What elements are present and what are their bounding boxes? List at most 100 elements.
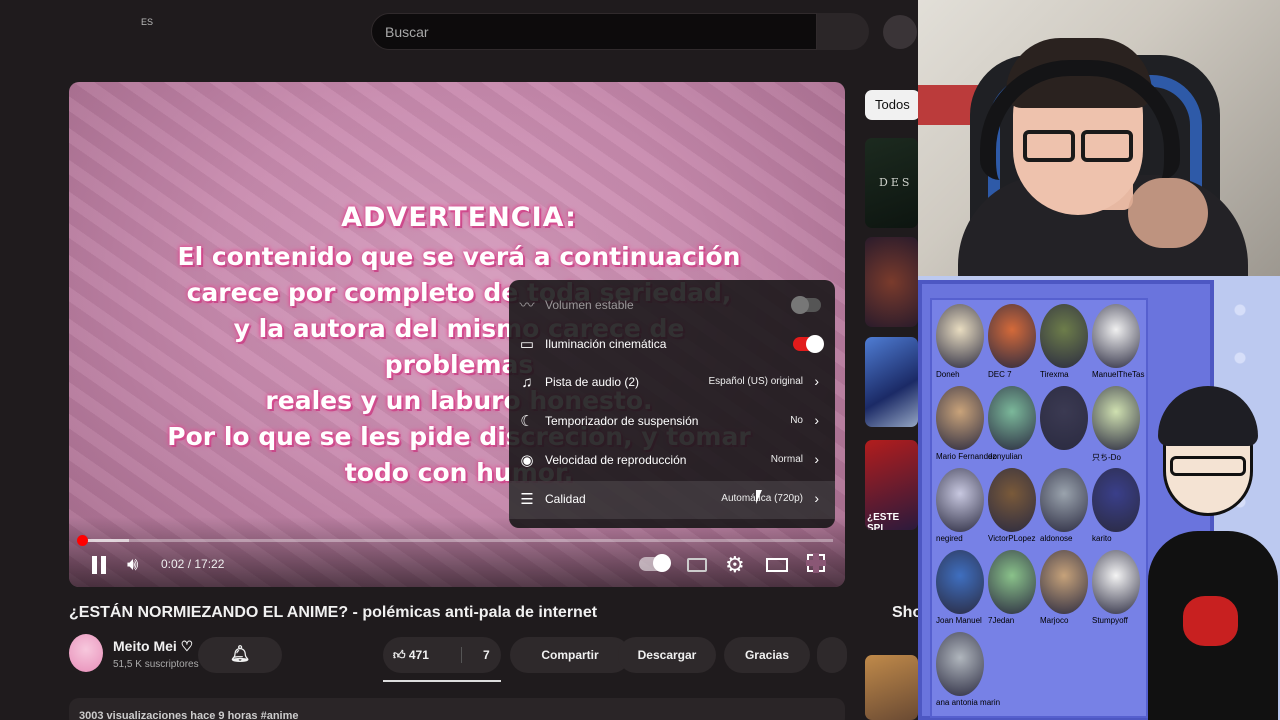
like-underline xyxy=(383,680,501,682)
subscriber-avatar xyxy=(1092,304,1140,368)
thanks-button[interactable]: Gracias xyxy=(724,637,810,673)
subscriber-name: aldonose xyxy=(1040,534,1073,543)
like-separator xyxy=(461,647,462,663)
subscriber-avatar xyxy=(1040,386,1088,450)
subscriber-count: 51,5 K suscriptores xyxy=(113,659,199,670)
quality-icon: ☰ xyxy=(520,491,534,508)
description-preview: 3003 visualizaciones hace 9 horas #anime xyxy=(79,710,299,720)
more-actions-button[interactable] xyxy=(817,637,847,673)
mouse-cursor xyxy=(756,490,768,504)
search-placeholder: Buscar xyxy=(385,24,429,40)
streamer-glasses xyxy=(1023,130,1133,162)
thumbnail-text: ¿ESTE SPI UTILIZA A xyxy=(867,512,900,530)
subscriber-avatar xyxy=(988,550,1036,614)
cinematic-lighting-icon: ▭ xyxy=(519,336,535,353)
subscriber-name: Marjoco xyxy=(1040,616,1069,625)
subscriber-avatar xyxy=(936,550,984,614)
avatar-hair xyxy=(1158,386,1258,446)
subscriber-board: Doneh DEC 7 Tirexma ManuelTheTas Mario Ferna… xyxy=(930,298,1148,718)
menu-item-value: Normal xyxy=(770,454,803,465)
streamer-hand xyxy=(1128,178,1208,248)
menu-item-value: Español (US) original xyxy=(708,376,804,387)
download-button[interactable]: Descargar xyxy=(618,637,716,673)
subscriber-avatar xyxy=(1040,468,1088,532)
menu-item-audio-track[interactable]: ♫ Pista de audio (2) Español (US) origin… xyxy=(509,364,835,402)
like-button[interactable]: 👍︎ 471 xyxy=(393,637,429,673)
menu-item-label: Calidad xyxy=(545,492,586,506)
menu-item-label: Velocidad de reproducción xyxy=(545,453,687,467)
subscriber-name: negired xyxy=(936,534,963,543)
menu-item-stable-volume[interactable]: 〰 Volumen estable xyxy=(509,287,835,325)
thumbnail-text: DES xyxy=(879,176,913,189)
chevron-right-icon: › xyxy=(814,451,819,467)
streamer-avatar-drawing xyxy=(1148,386,1278,720)
subscriber-name: karito xyxy=(1092,534,1112,543)
notification-bell-button[interactable]: 🔔︎ xyxy=(198,637,282,673)
subscriber-name: Stumpyoff xyxy=(1092,616,1128,625)
subscriber-name: ManuelTheTas xyxy=(1092,370,1145,379)
subscriber-name: DEC 7 xyxy=(988,370,1012,379)
video-title: ¿ESTÁN NORMIEZANDO EL ANIME? - polémicas… xyxy=(69,604,598,621)
subscriber-avatar xyxy=(936,468,984,532)
menu-item-quality[interactable]: ☰ Calidad Automática (720p) › xyxy=(509,481,835,519)
subscriber-name: Joan Manuel xyxy=(936,616,982,625)
avatar-shirt-cat xyxy=(1183,596,1238,646)
menu-item-sleep-timer[interactable]: ☾ Temporizador de suspensión No › xyxy=(509,403,835,441)
recommended-thumbnail[interactable]: ¿ESTE SPI UTILIZA A xyxy=(865,440,918,530)
settings-menu: 〰 Volumen estable ▭ Iluminación cinemáti… xyxy=(509,280,835,528)
menu-item-label: Iluminación cinemática xyxy=(545,337,667,351)
avatar-glasses xyxy=(1170,456,1246,476)
chip-all[interactable]: Todos xyxy=(865,90,918,120)
warning-line: El contenido que se verá a continuación xyxy=(177,242,741,271)
subscriber-name: Tirexma xyxy=(1040,370,1069,379)
subtitles-icon[interactable] xyxy=(687,558,707,572)
recommended-thumbnail[interactable] xyxy=(865,237,918,327)
theater-mode-icon[interactable] xyxy=(766,558,788,572)
bell-icon: 🔔︎ xyxy=(229,646,251,663)
region-code: ES xyxy=(141,17,154,27)
channel-name[interactable]: Meito Mei ♡ xyxy=(113,638,193,655)
chevron-right-icon: › xyxy=(814,373,819,389)
recommended-thumbnail[interactable] xyxy=(865,337,918,427)
subscriber-avatar xyxy=(988,468,1036,532)
webcam-feed xyxy=(918,0,1280,276)
autoplay-toggle[interactable] xyxy=(639,554,671,572)
menu-item-label: Temporizador de suspensión xyxy=(545,414,699,428)
menu-item-playback-speed[interactable]: ◉ Velocidad de reproducción Normal › xyxy=(509,442,835,480)
like-count: 471 xyxy=(408,648,429,662)
subscriber-avatar xyxy=(988,386,1036,450)
dislike-count[interactable]: 7 xyxy=(483,637,490,673)
menu-item-value: No xyxy=(790,415,803,426)
audio-track-icon: ♫ xyxy=(521,374,533,391)
voice-search-button[interactable] xyxy=(883,15,917,49)
search-button[interactable] xyxy=(817,13,869,50)
warning-title: ADVERTENCIA: xyxy=(341,202,577,233)
share-button[interactable]: Compartir xyxy=(510,637,630,673)
subscriber-avatar xyxy=(988,304,1036,368)
volume-icon[interactable]: 🔊︎ xyxy=(127,554,138,575)
subscriber-avatar xyxy=(936,304,984,368)
fullscreen-icon[interactable] xyxy=(806,553,826,573)
search-input[interactable]: Buscar xyxy=(371,13,817,50)
video-player[interactable]: ADVERTENCIA: El contenido que se verá a … xyxy=(69,82,845,587)
progress-bar[interactable] xyxy=(77,535,833,546)
channel-avatar[interactable] xyxy=(69,634,103,672)
shorts-thumbnail[interactable] xyxy=(865,655,918,720)
menu-item-cinematic-lighting[interactable]: ▭ Iluminación cinemática xyxy=(509,326,835,364)
subscriber-avatar xyxy=(936,632,984,696)
pause-icon[interactable] xyxy=(89,556,109,574)
subscriber-name: donyulian xyxy=(988,452,1023,461)
chevron-right-icon: › xyxy=(814,412,819,428)
cinematic-lighting-switch[interactable] xyxy=(793,335,824,353)
stable-volume-icon: 〰 xyxy=(519,297,535,314)
subscriber-avatar xyxy=(1092,468,1140,532)
subscriber-name: ana antonia marin xyxy=(936,698,1001,707)
subscriber-name: 只ち-Do xyxy=(1092,453,1121,462)
recommended-thumbnail[interactable]: DES xyxy=(865,138,918,228)
subscriber-avatar xyxy=(1092,386,1140,450)
stable-volume-switch[interactable] xyxy=(791,296,821,314)
like-dislike-group: 👍︎ 471 7 xyxy=(383,637,501,673)
settings-gear-icon[interactable]: ⚙ xyxy=(725,552,745,578)
description-box[interactable]: 3003 visualizaciones hace 9 horas #anime xyxy=(69,698,845,720)
progress-loaded xyxy=(81,539,130,542)
